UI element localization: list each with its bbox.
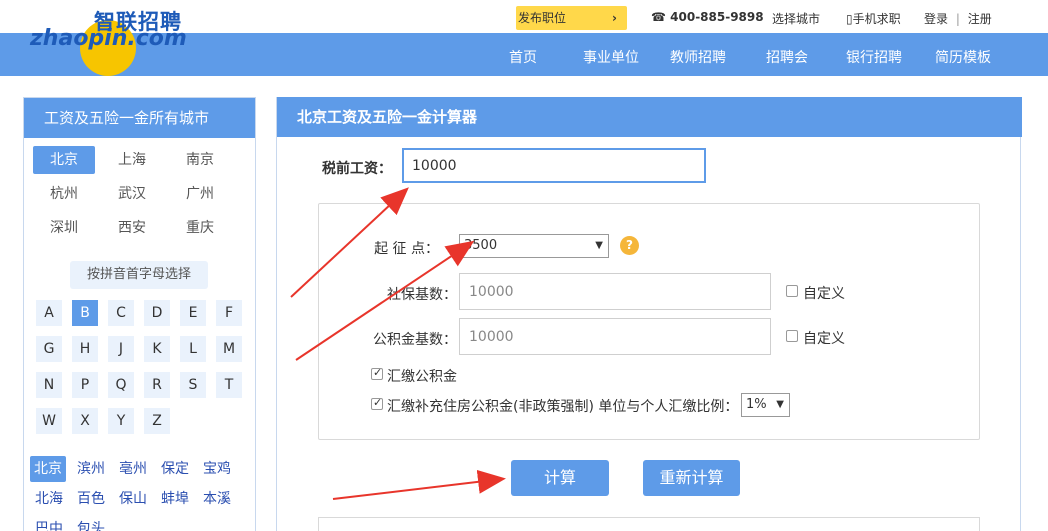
chevron-right-icon: › [612,11,617,25]
letter-g[interactable]: G [36,336,62,362]
pay-supplement-label: 汇缴补充住房公积金(非政策强制) 单位与个人汇缴比例： [387,399,739,415]
b-city-baotou[interactable]: 包头 [77,516,105,531]
hotline: ☎ 400-885-9898 [651,10,764,24]
post-job-button[interactable]: 发布职位 › [516,6,627,30]
nav-item-home[interactable]: 首页 [509,47,537,67]
nav-item-teacher-jobs[interactable]: 教师招聘 [670,47,726,67]
city-shenzhen[interactable]: 深圳 [33,214,95,242]
phone-icon: ☎ [651,10,666,24]
city-panel: 工资及五险一金所有城市 北京 上海 南京 杭州 武汉 广州 深圳 西安 重庆 按… [23,97,256,531]
letter-q[interactable]: Q [108,372,134,398]
account-links: 登录 | 注册 [924,10,992,27]
caret-down-icon: ▼ [595,240,603,251]
social-custom-checkbox[interactable] [786,285,798,297]
nav-item-bank-jobs[interactable]: 银行招聘 [846,47,902,67]
logo-en: zhaopin.com [30,26,187,51]
letter-k[interactable]: K [144,336,170,362]
social-custom-label: 自定义 [803,286,845,302]
letter-f[interactable]: F [216,300,242,326]
b-city-baise[interactable]: 百色 [77,486,105,512]
city-beijing[interactable]: 北京 [33,146,95,174]
city-chongqing[interactable]: 重庆 [169,214,231,242]
b-city-bazhong[interactable]: 巴中 [35,516,63,531]
b-city-benxi[interactable]: 本溪 [203,486,231,512]
post-job-label: 发布职位 [518,11,567,25]
b-city-bengbu[interactable]: 蚌埠 [161,486,189,512]
zhaopin-logo[interactable]: 智联招聘 zhaopin.com [30,4,200,76]
phone-number: 400-885-9898 [670,10,764,24]
calculator-panel: 北京工资及五险一金计算器 税前工资： 起 征 点： 3500 ▼ ? 社保基数：… [276,97,1022,531]
help-icon[interactable]: ? [620,236,639,255]
letter-s[interactable]: S [180,372,206,398]
housing-custom-label: 自定义 [803,331,845,347]
ratio-select[interactable]: 1% ▼ [741,393,790,417]
letter-y[interactable]: Y [108,408,134,434]
letter-n[interactable]: N [36,372,62,398]
letter-e[interactable]: E [180,300,206,326]
city-hangzhou[interactable]: 杭州 [33,180,95,208]
pay-housing-label: 汇缴公积金 [387,369,457,385]
salary-input[interactable] [402,148,706,183]
city-xian[interactable]: 西安 [101,214,163,242]
letter-m[interactable]: M [216,336,242,362]
ratio-value: 1% [746,397,767,412]
results-box [318,517,980,531]
pinyin-select-button[interactable]: 按拼音首字母选择 [70,261,208,289]
letter-p[interactable]: P [72,372,98,398]
salary-label: 税前工资： [322,161,392,177]
threshold-label: 起 征 点： [374,241,439,257]
city-guangzhou[interactable]: 广州 [169,180,231,208]
b-city-beihai[interactable]: 北海 [35,486,63,512]
letter-c[interactable]: C [108,300,134,326]
letter-h[interactable]: H [72,336,98,362]
letter-b[interactable]: B [72,300,98,326]
b-city-baoji[interactable]: 宝鸡 [203,456,231,482]
pay-housing-checkbox[interactable] [371,366,383,380]
housing-base-label: 公积金基数： [373,332,457,348]
b-city-baoshan[interactable]: 保山 [119,486,147,512]
pay-supplement-checkbox[interactable] [371,396,383,410]
b-city-binzhou[interactable]: 滨州 [77,456,105,482]
city-wuhan[interactable]: 武汉 [101,180,163,208]
city-nanjing[interactable]: 南京 [169,146,231,174]
housing-custom-checkbox[interactable] [786,330,798,342]
letter-t[interactable]: T [216,372,242,398]
options-box: 起 征 点： 3500 ▼ ? 社保基数： 自定义 公积金基数： 自定义 汇缴公… [318,203,980,440]
b-city-beijing[interactable]: 北京 [30,456,66,482]
letter-a[interactable]: A [36,300,62,326]
letter-j[interactable]: J [108,336,134,362]
select-city-link[interactable]: 选择城市 [772,10,820,27]
letter-x[interactable]: X [72,408,98,434]
recalculate-button[interactable]: 重新计算 [643,460,740,496]
threshold-value: 3500 [464,238,498,253]
b-city-bozhou[interactable]: 亳州 [119,456,147,482]
separator: | [955,12,960,26]
city-panel-title: 工资及五险一金所有城市 [24,98,255,138]
top-bar: 智联招聘 zhaopin.com 发布职位 › ☎ 400-885-9898 选… [0,0,1048,76]
register-link[interactable]: 注册 [968,12,992,26]
caret-down-icon: ▼ [776,399,784,410]
mobile-icon: ▯ [846,12,853,26]
housing-base-input[interactable] [459,318,771,355]
nav-item-job-fair[interactable]: 招聘会 [766,47,808,67]
calculate-button[interactable]: 计算 [511,460,609,496]
social-base-label: 社保基数： [387,287,457,303]
letter-d[interactable]: D [144,300,170,326]
social-base-input[interactable] [459,273,771,310]
letter-r[interactable]: R [144,372,170,398]
b-city-baoding[interactable]: 保定 [161,456,189,482]
letter-w[interactable]: W [36,408,62,434]
threshold-select[interactable]: 3500 ▼ [459,234,609,258]
mobile-job-link[interactable]: ▯手机求职 [846,10,901,27]
mobile-job-label: 手机求职 [852,12,901,26]
city-shanghai[interactable]: 上海 [101,146,163,174]
letter-z[interactable]: Z [144,408,170,434]
login-link[interactable]: 登录 [924,12,948,26]
letter-l[interactable]: L [180,336,206,362]
calculator-title: 北京工资及五险一金计算器 [277,97,1022,137]
nav-item-resume-templates[interactable]: 简历模板 [935,47,991,67]
nav-item-public-institutions[interactable]: 事业单位 [583,47,639,67]
